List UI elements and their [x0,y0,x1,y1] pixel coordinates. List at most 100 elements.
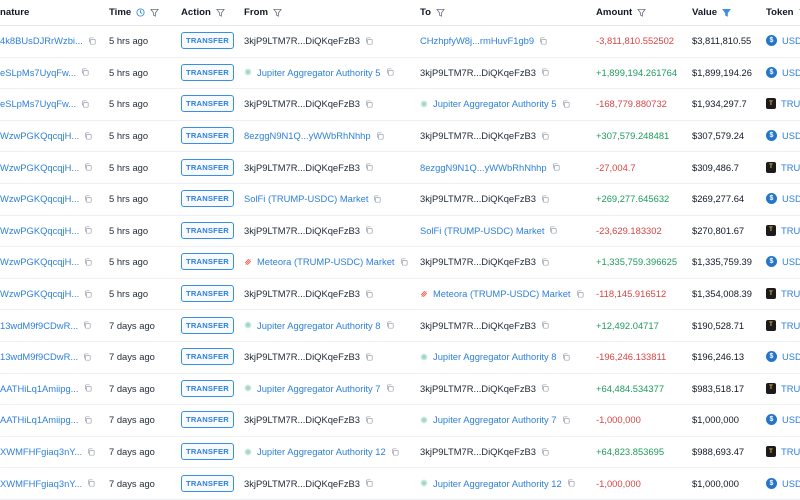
to-cell[interactable]: 3kjP9LTM7R...DiQKqeFzB3 [420,436,549,468]
from-address[interactable]: Jupiter Aggregator Authority 5 [257,67,381,78]
from-cell[interactable]: 8ezggN9N1Q...yWWbRhNhhp [244,120,384,152]
to-cell[interactable]: SolFi (TRUMP-USDC) Market [420,215,558,247]
from-address[interactable]: 3kjP9LTM7R...DiQKqeFzB3 [244,351,360,362]
token-cell[interactable]: T TRUMP [766,436,800,468]
token-cell[interactable]: T TRUMP [766,278,800,310]
copy-icon[interactable] [87,448,95,456]
token-symbol[interactable]: USDC [782,193,800,204]
copy-icon[interactable] [541,448,549,456]
token-link[interactable]: T TRUMP [766,288,800,300]
signature-link[interactable]: WzwPGKQqcqjH... [0,225,79,236]
token-link[interactable]: T TRUMP [766,98,800,110]
copy-icon[interactable] [84,163,92,171]
to-address[interactable]: 3kjP9LTM7R...DiQKqeFzB3 [420,383,536,394]
token-symbol[interactable]: TRUMP [781,288,800,299]
copy-icon[interactable] [84,416,92,424]
from-address[interactable]: 3kjP9LTM7R...DiQKqeFzB3 [244,162,360,173]
from-address[interactable]: SolFi (TRUMP-USDC) Market [244,193,368,204]
signature-cell[interactable]: XWMFHFgiaq3nY... [0,467,95,499]
signature-link[interactable]: AATHiLq1Amiipg... [0,414,79,425]
copy-icon[interactable] [386,68,394,76]
filter-icon[interactable] [436,8,445,17]
copy-icon[interactable] [365,226,373,234]
token-link[interactable]: $ USDC [766,193,800,205]
from-address[interactable]: Jupiter Aggregator Authority 8 [257,320,381,331]
token-cell[interactable]: $ USDC [766,120,800,152]
to-address[interactable]: 3kjP9LTM7R...DiQKqeFzB3 [420,446,536,457]
token-link[interactable]: T TRUMP [766,319,800,331]
from-address[interactable]: 3kjP9LTM7R...DiQKqeFzB3 [244,35,360,46]
copy-icon[interactable] [365,290,373,298]
copy-icon[interactable] [373,195,382,203]
from-address[interactable]: 3kjP9LTM7R...DiQKqeFzB3 [244,98,360,109]
signature-cell[interactable]: 4k8BUsDJRrWzbi... [0,25,96,57]
from-cell[interactable]: 3kjP9LTM7R...DiQKqeFzB3 [244,467,373,499]
token-link[interactable]: $ USDC [766,351,800,363]
copy-icon[interactable] [84,258,92,266]
copy-icon[interactable] [365,479,373,487]
copy-icon[interactable] [365,163,373,171]
signature-link[interactable]: XWMFHFgiaq3nY... [0,446,82,457]
copy-icon[interactable] [84,290,92,298]
copy-icon[interactable] [83,353,91,361]
copy-icon[interactable] [552,163,560,171]
signature-cell[interactable]: WzwPGKQqcqjH... [0,183,92,215]
to-address[interactable]: 3kjP9LTM7R...DiQKqeFzB3 [420,130,536,141]
filter-icon[interactable] [637,8,647,17]
copy-icon[interactable] [541,68,549,76]
signature-cell[interactable]: WzwPGKQqcqjH... [0,120,92,152]
token-cell[interactable]: $ USDC [766,25,800,57]
signature-link[interactable]: 13wdM9f9CDwR... [0,351,78,362]
signature-link[interactable]: 4k8BUsDJRrWzbi... [0,35,83,46]
filter-icon[interactable] [150,8,160,17]
token-symbol[interactable]: TRUMP [781,320,800,331]
from-cell[interactable]: 3kjP9LTM7R...DiQKqeFzB3 [244,341,373,373]
token-link[interactable]: $ USDC [766,256,800,268]
copy-icon[interactable] [365,37,373,45]
from-address[interactable]: 3kjP9LTM7R...DiQKqeFzB3 [244,414,360,425]
token-symbol[interactable]: USDC [782,478,800,489]
copy-icon[interactable] [84,226,92,234]
filter-icon[interactable] [215,8,225,17]
token-symbol[interactable]: TRUMP [781,383,800,394]
from-cell[interactable]: 3kjP9LTM7R...DiQKqeFzB3 [244,88,373,120]
from-cell[interactable]: Jupiter Aggregator Authority 5 [244,57,394,89]
to-address[interactable]: Jupiter Aggregator Authority 8 [433,351,557,362]
to-cell[interactable]: 8ezggN9N1Q...yWWbRhNhhp [420,151,560,183]
signature-cell[interactable]: WzwPGKQqcqjH... [0,278,92,310]
copy-icon[interactable] [88,37,96,45]
token-link[interactable]: T TRUMP [766,382,800,394]
token-cell[interactable]: T TRUMP [766,88,800,120]
copy-icon[interactable] [391,448,399,456]
from-cell[interactable]: 3kjP9LTM7R...DiQKqeFzB3 [244,215,373,247]
copy-icon[interactable] [562,416,570,424]
token-symbol[interactable]: USDC [782,35,800,46]
to-cell[interactable]: Jupiter Aggregator Authority 5 [420,88,570,120]
to-address[interactable]: 8ezggN9N1Q...yWWbRhNhhp [420,162,547,173]
from-address[interactable]: Jupiter Aggregator Authority 7 [257,383,381,394]
copy-icon[interactable] [365,416,373,424]
signature-cell[interactable]: XWMFHFgiaq3nY... [0,436,95,468]
copy-icon[interactable] [541,258,549,266]
signature-link[interactable]: XWMFHFgiaq3nY... [0,478,82,489]
from-cell[interactable]: 3kjP9LTM7R...DiQKqeFzB3 [244,404,373,436]
signature-link[interactable]: WzwPGKQqcqjH... [0,256,79,267]
token-cell[interactable]: $ USDC [766,183,800,215]
to-address[interactable]: Jupiter Aggregator Authority 5 [433,98,557,109]
token-cell[interactable]: $ USDC [766,57,800,89]
to-cell[interactable]: 3kjP9LTM7R...DiQKqeFzB3 [420,183,549,215]
token-link[interactable]: $ USDC [766,35,800,47]
copy-icon[interactable] [84,384,92,392]
token-cell[interactable]: T TRUMP [766,151,800,183]
to-address[interactable]: Jupiter Aggregator Authority 7 [433,414,557,425]
to-cell[interactable]: Meteora (TRUMP-USDC) Market [420,278,584,310]
copy-icon[interactable] [567,479,575,487]
token-link[interactable]: $ USDC [766,414,800,426]
from-address[interactable]: Meteora (TRUMP-USDC) Market [257,256,395,267]
signature-link[interactable]: 13wdM9f9CDwR... [0,320,78,331]
token-link[interactable]: $ USDC [766,66,800,78]
to-address[interactable]: 3kjP9LTM7R...DiQKqeFzB3 [420,320,536,331]
copy-icon[interactable] [562,353,570,361]
signature-link[interactable]: WzwPGKQqcqjH... [0,193,79,204]
token-cell[interactable]: T TRUMP [766,309,800,341]
